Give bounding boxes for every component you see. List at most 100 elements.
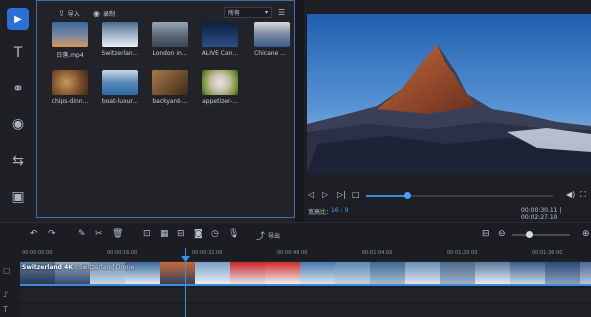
thumb-image: [152, 70, 188, 95]
transitions-tab-icon[interactable]: ⇆: [7, 150, 29, 172]
zoom-slider-track[interactable]: [512, 234, 570, 236]
import-label: 导入: [67, 11, 80, 18]
media-label-1: Switzerlan...: [101, 50, 139, 57]
media-label-2: London in...: [152, 50, 188, 57]
clip-frame: [230, 262, 265, 284]
preview-progress-knob[interactable]: [404, 192, 411, 199]
filters-tab-icon[interactable]: ⚭: [7, 78, 29, 100]
audio-track: [20, 288, 591, 302]
elements-tab-icon[interactable]: ▣: [7, 186, 29, 208]
media-thumb-8[interactable]: [202, 70, 238, 95]
import-button[interactable]: ⇪ 导入: [58, 9, 80, 18]
ruler-tick-3: 00:00:48.00: [277, 250, 308, 256]
thumb-image: [52, 70, 88, 95]
zoom-in-icon[interactable]: ⊕: [582, 229, 590, 239]
zoom-out-icon[interactable]: ⊖: [498, 229, 506, 239]
export-icon[interactable]: ⤴: [256, 229, 265, 242]
video-track-icon: ▢: [3, 266, 11, 275]
thumb-image: [102, 22, 138, 47]
crop-icon[interactable]: ⊡: [143, 229, 151, 239]
thumb-image: [254, 22, 290, 47]
thumb-image: [152, 22, 188, 47]
media-label-7: backyard-...: [152, 98, 188, 105]
text-track: [20, 304, 591, 317]
prev-frame-icon[interactable]: ◁: [308, 190, 314, 199]
chevron-down-icon: ▾: [264, 9, 268, 16]
media-thumb-7[interactable]: [152, 70, 188, 95]
clip-audio-line: [20, 284, 591, 286]
media-thumb-1[interactable]: [102, 22, 138, 47]
panel-divider[interactable]: [295, 0, 304, 222]
fit-timeline-icon[interactable]: ⊟: [482, 229, 490, 239]
stop-icon[interactable]: □: [352, 190, 360, 199]
clip-frame: [195, 262, 230, 284]
text-tab-icon[interactable]: T: [7, 42, 29, 64]
redo-icon[interactable]: ↷: [48, 229, 56, 239]
record-button[interactable]: ◉ 录制: [93, 9, 115, 18]
media-thumb-2[interactable]: [152, 22, 188, 47]
delete-icon[interactable]: 🗑: [112, 229, 123, 239]
play-icon[interactable]: ▷: [322, 190, 328, 199]
ruler-tick-6: 00:01:36.00: [532, 250, 563, 256]
ruler-tick-0: 00:00:00.00: [22, 250, 53, 256]
thumb-image: [202, 22, 238, 47]
clip-frame: [545, 262, 580, 284]
mountain-image: [307, 14, 591, 174]
clip-frame: [580, 262, 591, 284]
voiceover-icon[interactable]: 🎙: [228, 229, 239, 239]
clip-subtitle-text: Switzerland Drone: [79, 264, 135, 271]
thumb-image: [102, 70, 138, 95]
media-thumb-6[interactable]: [102, 70, 138, 95]
time-current: 00:00:30.11: [521, 207, 558, 214]
aspect-ratio-value[interactable]: 16 : 9: [331, 207, 348, 214]
media-filter-select[interactable]: 所有 ▾: [224, 7, 272, 18]
media-label-6: boat-luxur...: [101, 98, 139, 105]
ruler-tick-5: 00:01:20.00: [447, 250, 478, 256]
media-label-0: 日落.mp4: [56, 52, 84, 59]
mosaic-icon[interactable]: ▦: [160, 229, 169, 239]
menu-icon[interactable]: ☰: [278, 8, 285, 17]
preview-progress-fill: [366, 195, 408, 197]
next-frame-icon[interactable]: ▷|: [337, 190, 346, 199]
snapshot-icon[interactable]: ◙: [194, 229, 203, 239]
record-label: 录制: [102, 11, 115, 18]
media-thumb-0[interactable]: [52, 22, 88, 47]
freeze-icon[interactable]: ⊟: [177, 229, 185, 239]
clip-frame: [335, 262, 370, 284]
thumb-image: [202, 70, 238, 95]
playhead[interactable]: [185, 248, 186, 317]
left-rail: ▶ T ⚭ ◉ ⇆ ▣: [0, 0, 36, 222]
aspect-ratio-label: 宽高比：: [308, 209, 333, 216]
edit-icon[interactable]: ✎: [78, 229, 86, 239]
media-label-4: Chicane ...: [254, 50, 286, 57]
volume-icon[interactable]: ◀): [566, 190, 575, 199]
media-label-5: chips-dinn...: [51, 98, 89, 105]
overlay-tab-icon[interactable]: ◉: [7, 113, 29, 135]
video-preview: [307, 14, 591, 174]
clip-frame: [300, 262, 335, 284]
clip-title: Switzerland 4K Switzerland Drone: [22, 264, 182, 272]
record-icon: ◉: [93, 9, 100, 18]
media-thumb-4[interactable]: [254, 22, 290, 47]
ruler-tick-1: 00:00:16.00: [107, 250, 138, 256]
fullscreen-icon[interactable]: ⛶: [580, 190, 586, 200]
thumb-image: [52, 22, 88, 47]
clip-frame: [405, 262, 440, 284]
audio-track-icon: ♪: [3, 290, 9, 299]
zoom-slider-knob[interactable]: [526, 231, 533, 238]
text-track-icon: T: [3, 305, 8, 314]
media-tab-icon[interactable]: ▶: [7, 8, 29, 30]
media-thumb-5[interactable]: [52, 70, 88, 95]
time-readout: 00:00:30.11 | 00:02:27.10: [521, 207, 591, 221]
media-label-8: appetizer-...: [202, 98, 238, 105]
export-label[interactable]: 导出: [268, 231, 280, 240]
time-total: 00:02:27.10: [521, 214, 558, 221]
media-thumb-3[interactable]: [202, 22, 238, 47]
ruler-tick-4: 00:01:04.00: [362, 250, 393, 256]
undo-icon[interactable]: ↶: [30, 229, 38, 239]
split-icon[interactable]: ✂: [95, 229, 103, 239]
media-label-3: ALIVE Can...: [201, 50, 239, 57]
clip-frame: [440, 262, 475, 284]
speed-icon[interactable]: ◷: [211, 229, 219, 239]
clip-frame: [265, 262, 300, 284]
